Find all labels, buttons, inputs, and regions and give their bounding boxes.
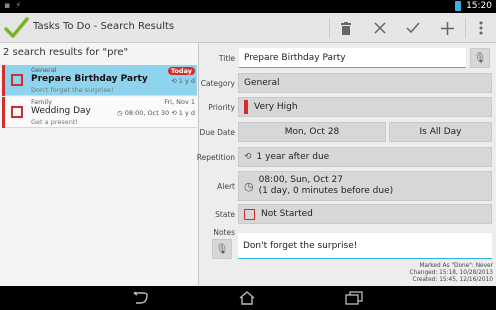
due-date-label: Due Date [199,128,235,137]
task-note: Get a present! [31,118,79,126]
task-alert-repeat: ◷ 08:00, Oct 30 ⟲ 1 y d [116,109,195,117]
due-date-field[interactable]: Mon, Oct 28 [238,122,386,142]
task-checkbox[interactable] [11,74,23,86]
cancel-button[interactable] [365,13,395,43]
alert-offset: (1 day, 0 minutes before due) [258,186,394,196]
task-detail-pane: Title Prepare Birthday Party 🎙 Category … [196,43,496,286]
home-icon [239,291,255,305]
state-checkbox [244,208,255,220]
task-category: General [31,66,57,74]
marked-done-info: Marked As "Done": Never [419,263,493,269]
priority-indicator [2,65,5,96]
mic-icon: 🎙 [215,243,229,255]
overflow-icon [479,21,483,35]
repeat-icon: ⟲ [244,152,252,162]
content-area: 2 search results for "pre" General Prepa… [0,43,496,286]
page-title: Tasks To Do - Search Results [33,21,175,32]
title-field[interactable]: Prepare Birthday Party [239,48,466,68]
alarm-icon: ◷ [116,109,123,117]
done-check-icon [406,22,420,34]
state-value: Not Started [261,209,313,219]
task-note: Don't forget the surprise! [31,86,114,94]
notes-field[interactable]: Don't forget the surprise! [238,233,492,259]
task-list-pane: 2 search results for "pre" General Prepa… [0,43,199,286]
task-repeat: ⟲ 1 y d [171,77,195,85]
search-results-header: 2 search results for "pre" [3,47,129,58]
close-icon [374,22,386,34]
priority-indicator [2,97,5,128]
title-label: Title [218,54,235,63]
add-icon [440,21,454,35]
task-row[interactable]: General Prepare Birthday Party Don't for… [2,65,197,96]
action-bar: Tasks To Do - Search Results [0,13,496,43]
delete-icon [341,21,351,35]
task-due-date: Fri, Nov 1 [164,98,195,106]
recents-button[interactable] [345,290,363,306]
state-label: State [215,210,235,219]
notes-voice-button[interactable]: 🎙 [212,239,232,259]
add-task-button[interactable] [432,13,462,43]
alarm-icon: ◷ [244,179,254,193]
done-button[interactable] [398,13,428,43]
category-field[interactable]: General [238,73,492,93]
state-field[interactable]: Not Started [238,204,492,224]
task-name: Wedding Day [31,106,91,116]
back-button[interactable] [131,290,149,306]
repetition-field[interactable]: ⟲ 1 year after due [238,147,492,167]
category-label: Category [200,79,235,88]
repeat-icon: ⟲ [171,109,177,117]
today-badge: Today [167,67,195,75]
task-name: Prepare Birthday Party [31,74,148,84]
task-checkbox[interactable] [11,106,23,118]
status-bar: ▪ ⚡ 15:20 [0,0,496,13]
notification-icon: ▪ [4,1,11,11]
changed-info: Changed: 15:18, 10/28/2013 [409,270,493,276]
created-info: Created: 15:45, 12/16/2010 [412,277,493,283]
status-time: 15:20 [466,1,492,11]
repetition-value: 1 year after due [256,152,330,162]
priority-field[interactable]: Very High [238,97,492,117]
delete-button[interactable] [331,13,361,43]
notes-label: Notes [213,228,235,237]
app-check-icon[interactable] [3,15,29,41]
alert-time: 08:00, Sun, Oct 27 [258,175,343,185]
priority-label: Priority [208,103,235,112]
home-button[interactable] [238,290,256,306]
notification-icon: ⚡ [15,1,22,11]
overflow-menu-button[interactable] [466,13,496,43]
notification-icons: ▪ ⚡ [4,1,21,11]
repetition-label: Repetition [196,153,235,162]
alert-label: Alert [217,182,235,191]
priority-value: Very High [254,102,298,112]
priority-color-indicator [244,100,248,114]
recents-icon [345,291,363,305]
due-time-field[interactable]: Is All Day [389,122,492,142]
title-voice-button[interactable]: 🎙 [470,48,490,68]
divider [329,18,330,38]
battery-icon [455,1,462,11]
repeat-icon: ⟲ [171,77,177,85]
mic-icon: 🎙 [473,52,487,64]
navigation-bar [0,286,496,310]
back-icon [133,292,148,304]
task-category: Family [31,98,52,106]
alert-field[interactable]: ◷ 08:00, Sun, Oct 27 (1 day, 0 minutes b… [238,171,492,201]
task-row[interactable]: Family Wedding Day Get a present! Fri, N… [2,97,197,128]
